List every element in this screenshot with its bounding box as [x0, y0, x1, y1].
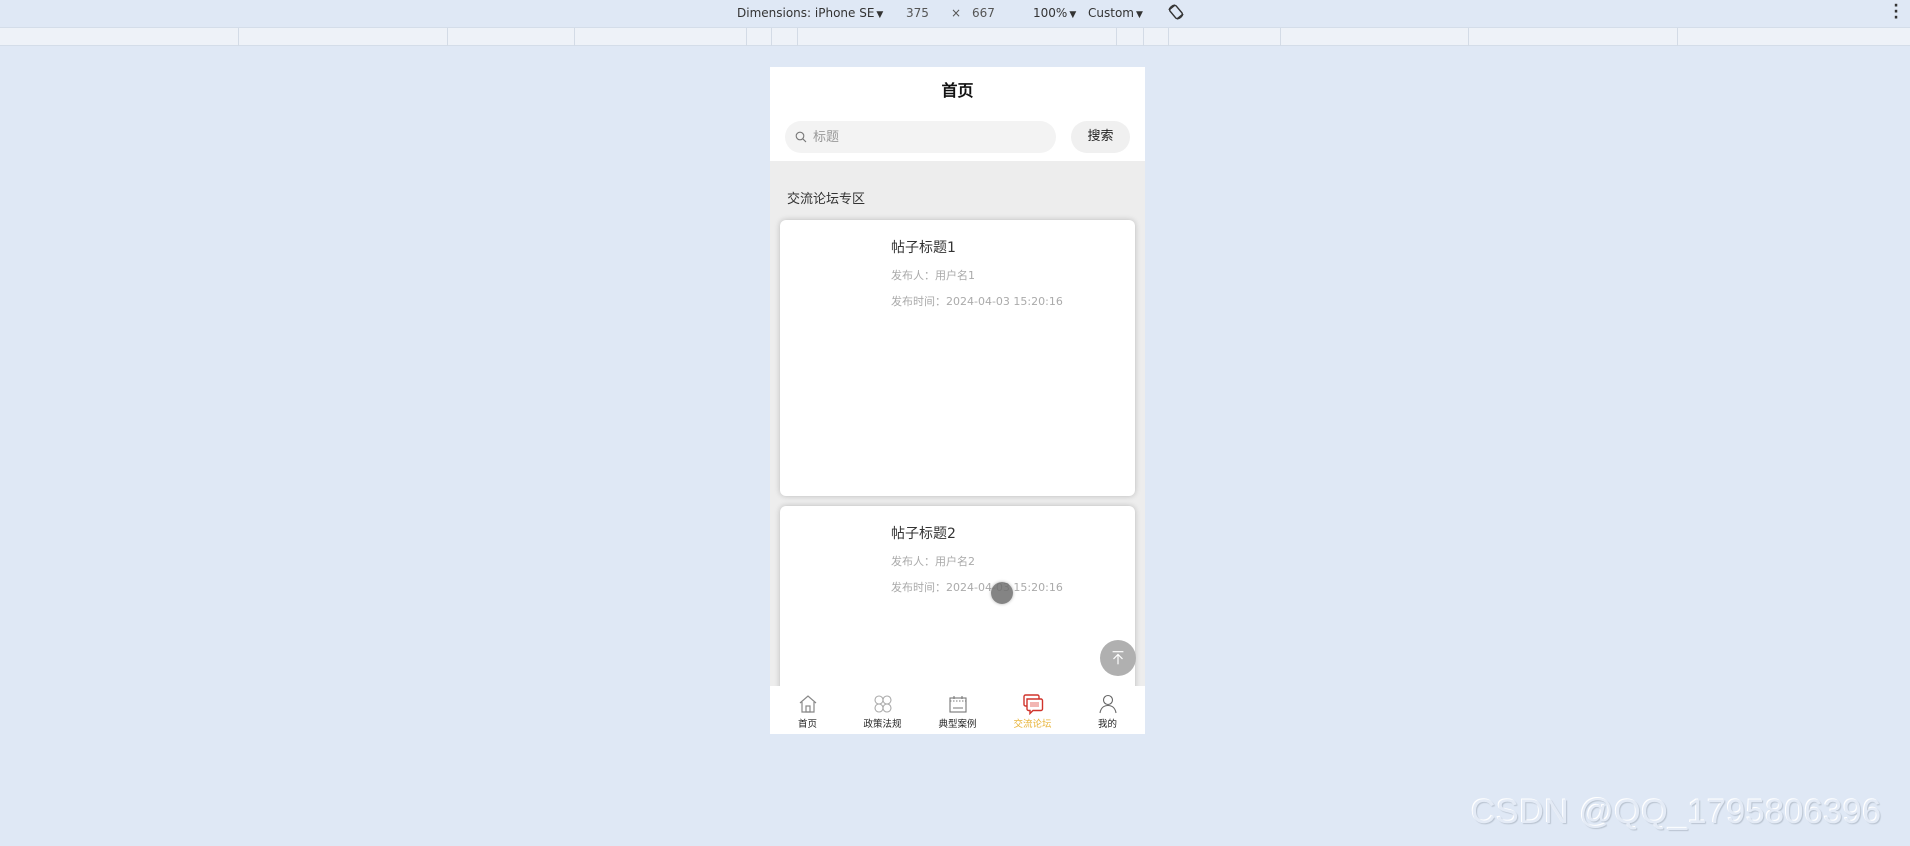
calendar-board-icon: [948, 696, 967, 713]
ruler-tick: [574, 28, 575, 46]
width-input[interactable]: 375: [906, 6, 929, 20]
search-button[interactable]: 搜索: [1071, 121, 1130, 153]
caret-down-icon: ▼: [1135, 10, 1143, 20]
tab-label: 典型案例: [938, 719, 977, 730]
zoom-select[interactable]: 100% ▼: [1033, 6, 1076, 20]
tab-forum[interactable]: 交流论坛: [995, 686, 1070, 734]
device-select[interactable]: Dimensions: iPhone SE ▼: [737, 6, 883, 20]
ruler-tick: [1280, 28, 1281, 46]
header: 首页 搜索: [770, 67, 1145, 161]
ruler-tick: [1168, 28, 1169, 46]
times-separator: ×: [951, 6, 962, 20]
tab-home[interactable]: 首页: [770, 686, 845, 734]
arrow-up-to-top-icon: [1112, 651, 1124, 665]
device-select-label: Dimensions: iPhone SE: [737, 6, 875, 20]
post-title: 帖子标题2: [891, 526, 956, 542]
ruler-tick: [771, 28, 772, 46]
ruler-tick: [238, 28, 239, 46]
tab-cases[interactable]: 典型案例: [920, 686, 995, 734]
grid-clover-icon: [873, 695, 892, 713]
device-viewport: 首页 搜索 交流论坛专区 帖子标题1 发布人：用户名1 发布时间：2024-04…: [770, 67, 1145, 734]
ruler-tick: [1116, 28, 1117, 46]
tab-label: 交流论坛: [1013, 719, 1052, 730]
post-author: 发布人：用户名1: [891, 269, 975, 282]
throttle-select-label: Custom: [1088, 6, 1134, 20]
height-input[interactable]: 667: [972, 6, 995, 20]
tab-mine[interactable]: 我的: [1070, 686, 1145, 734]
devtools-device-toolbar: Dimensions: iPhone SE ▼ 375 × 667 100% ▼ C…: [0, 0, 1910, 27]
ruler-tick: [1677, 28, 1678, 46]
post-card[interactable]: 帖子标题1 发布人：用户名1 发布时间：2024-04-03 15:20:16: [780, 220, 1135, 496]
rotate-icon[interactable]: [1166, 2, 1186, 22]
caret-down-icon: ▼: [876, 10, 884, 20]
more-vertical-icon[interactable]: · · ·: [1893, 0, 1899, 25]
zoom-select-label: 100%: [1033, 6, 1068, 20]
watermark: CSDN @QQ_1795806396: [1471, 793, 1882, 831]
section-title: 交流论坛专区: [787, 192, 866, 207]
ruler-tick: [797, 28, 798, 46]
post-title: 帖子标题1: [891, 240, 956, 256]
ruler-tick: [447, 28, 448, 46]
media-query-ruler: [0, 27, 1910, 46]
search-field[interactable]: [785, 121, 1056, 153]
post-time: 发布时间：2024-04-03 15:20:16: [891, 581, 1063, 594]
throttle-select[interactable]: Custom ▼: [1088, 6, 1143, 20]
caret-down-icon: ▼: [1069, 10, 1077, 20]
bottom-tabbar: 首页 政策法规 典型案例 交流论坛 我的: [770, 686, 1145, 734]
user-icon: [1098, 694, 1117, 714]
home-icon: [799, 695, 816, 713]
page-title: 首页: [941, 81, 974, 100]
post-time: 发布时间：2024-04-03 15:20:16: [891, 295, 1063, 308]
search-input[interactable]: [813, 129, 1043, 145]
touch-cursor: [991, 582, 1013, 604]
tab-label: 首页: [797, 719, 817, 730]
post-author: 发布人：用户名2: [891, 555, 975, 568]
tab-policy[interactable]: 政策法规: [845, 686, 920, 734]
tab-label: 政策法规: [863, 719, 902, 730]
chat-bubbles-icon: [1022, 694, 1043, 715]
tab-label: 我的: [1097, 719, 1117, 730]
search-icon: [795, 131, 807, 143]
ruler-tick: [746, 28, 747, 46]
back-to-top-button[interactable]: [1100, 640, 1136, 676]
ruler-tick: [1143, 28, 1144, 46]
ruler-tick: [1468, 28, 1469, 46]
